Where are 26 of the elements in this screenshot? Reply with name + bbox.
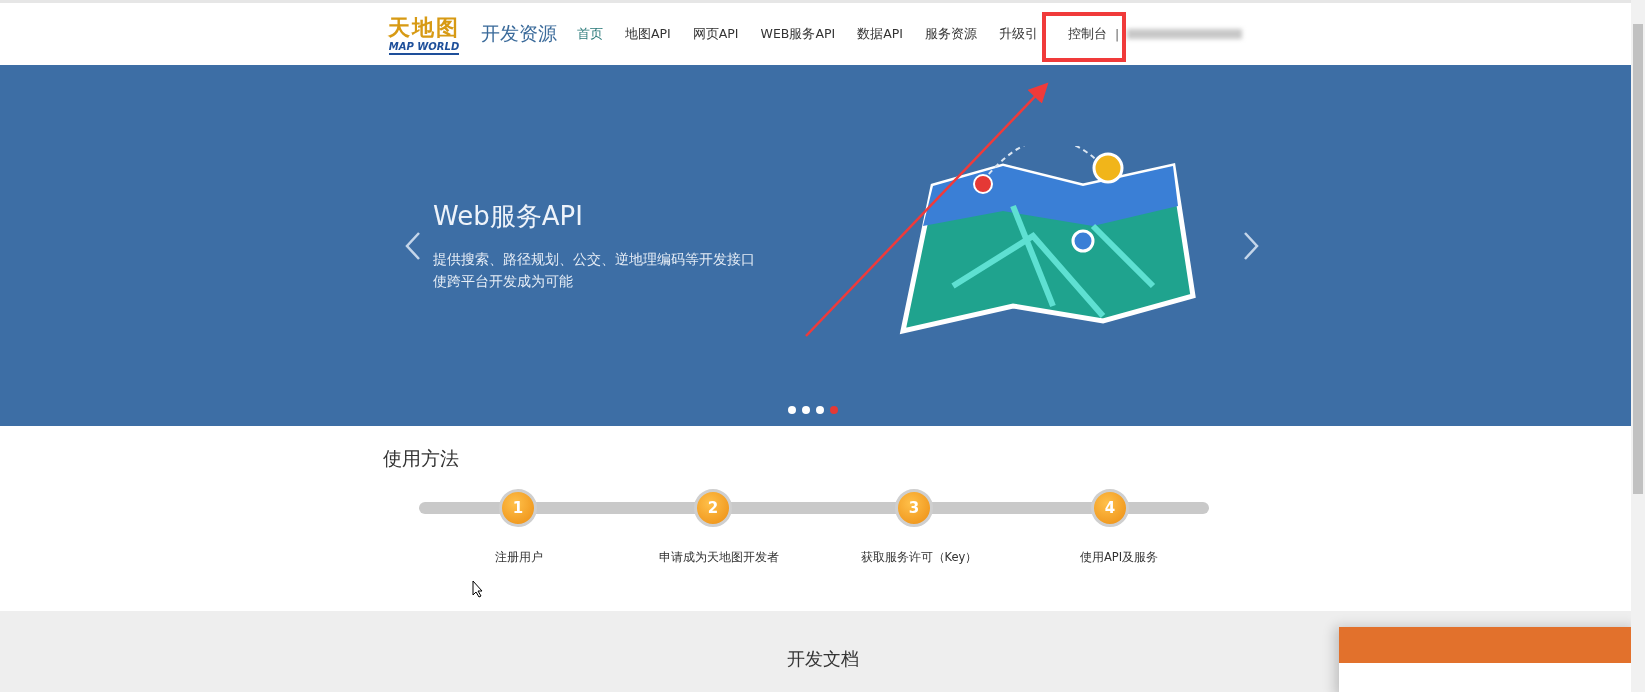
step-label: 获取服务许可（Key）	[860, 550, 978, 565]
logo-text: 天地图	[388, 13, 460, 40]
nav-link[interactable]: 地图API	[625, 25, 671, 43]
section-title: 使用方法	[383, 446, 460, 471]
nav-link[interactable]: 首页	[577, 25, 603, 43]
logo[interactable]: 天地图 MAP WORLD	[383, 13, 465, 55]
nav-link[interactable]: 服务资源	[924, 25, 977, 43]
nav-link[interactable]: WEB服务API	[760, 25, 836, 43]
step-label: 使用API及服务	[1079, 550, 1159, 565]
nav-link[interactable]: 升级引	[998, 25, 1038, 43]
step-number: 4	[1091, 489, 1129, 527]
logo-subtext: MAP WORLD	[388, 39, 460, 55]
site-title: 开发资源	[481, 21, 557, 46]
banner-title: Web服务API	[433, 200, 584, 233]
banner-text: 使跨平台开发成为可能	[433, 272, 574, 291]
step-number: 1	[499, 489, 537, 527]
step-number: 2	[694, 489, 732, 527]
step-number: 3	[895, 489, 933, 527]
nav-link[interactable]: 网页API	[692, 25, 739, 43]
step-label: 注册用户	[495, 550, 543, 565]
step-label: 申请成为天地图开发者	[659, 550, 779, 565]
separator: |	[1114, 26, 1120, 42]
nav-link[interactable]: 数据API	[857, 25, 903, 43]
banner-text: 提供搜索、路径规划、公交、逆地理编码等开发接口	[433, 250, 756, 269]
section-title: 开发文档	[786, 647, 859, 671]
console-link[interactable]: 控制台	[1067, 25, 1107, 43]
